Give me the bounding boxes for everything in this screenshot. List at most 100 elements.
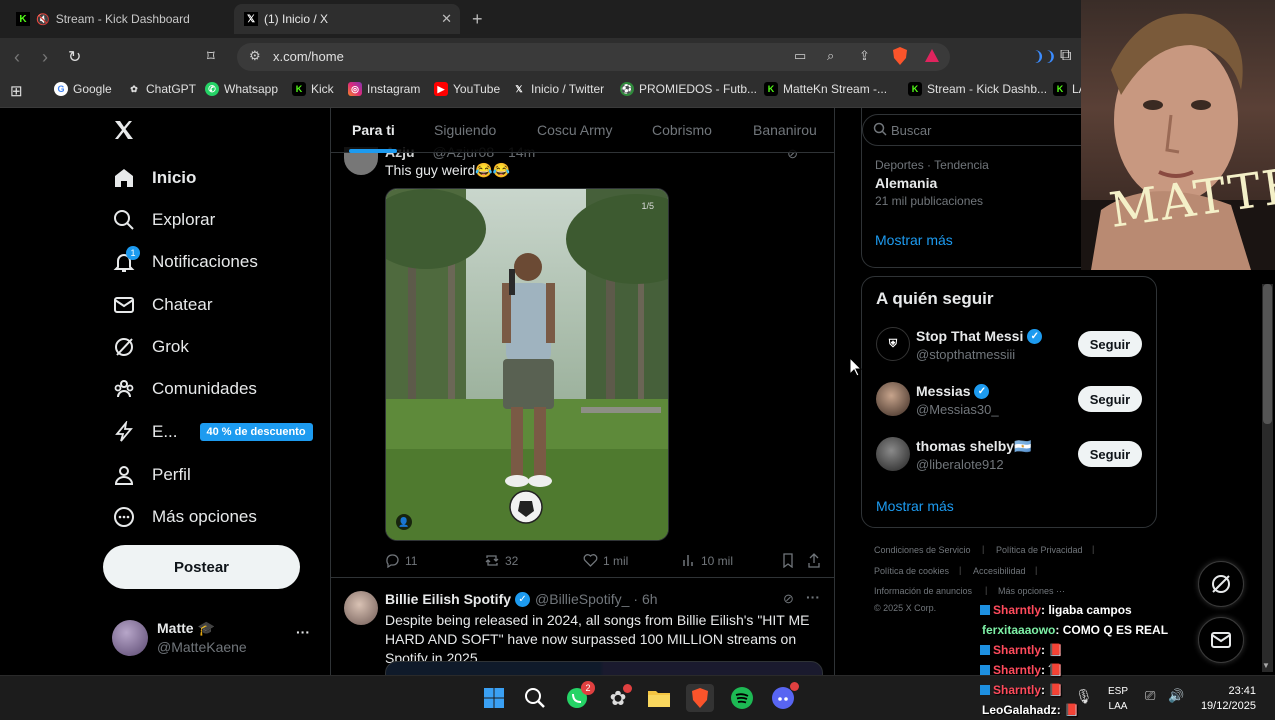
bookmark-mattekn-stream[interactable]: K MatteKn Stream -... xyxy=(764,82,887,96)
profile-emoji: 🎓 xyxy=(197,620,215,636)
clock[interactable]: 23:41 19/12/2025 xyxy=(1196,684,1256,714)
follow-suggestion[interactable]: Messias ✓ @Messias30_ Seguir xyxy=(862,376,1156,426)
post-button[interactable]: Postear xyxy=(103,545,300,589)
repost-count: 32 xyxy=(505,553,519,568)
trend-name[interactable]: Alemania xyxy=(875,175,937,191)
follow-suggestion[interactable]: thomas shelby🇦🇷 @liberalote912 Seguir xyxy=(862,431,1156,481)
brave-taskbar-icon[interactable] xyxy=(686,684,714,712)
grok-icon[interactable]: ⊘ xyxy=(783,591,794,607)
follow-button[interactable]: Seguir xyxy=(1078,386,1142,412)
footer-ads-link[interactable]: Información de anuncios xyxy=(874,586,972,596)
nav-explore[interactable]: Explorar xyxy=(112,208,215,232)
tab-cobrismo[interactable]: Cobrismo xyxy=(652,122,712,138)
zoom-icon[interactable]: ⌕ xyxy=(827,48,834,64)
follow-suggestion[interactable]: ⛨ Stop That Messi ✓ @stopthatmessiii Seg… xyxy=(862,321,1156,371)
tweet[interactable]: Billie Eilish Spotify ✓ @BillieSpotify_ … xyxy=(331,579,834,675)
nav-notifications[interactable]: 1 Notificaciones xyxy=(112,246,258,274)
tweet[interactable]: Azju @Azjur08 14m This guy weird😂😂 xyxy=(331,144,834,578)
reload-icon[interactable]: ↻ xyxy=(68,47,81,67)
share-icon[interactable]: ⇪ xyxy=(859,48,870,64)
nav-profile[interactable]: Perfil xyxy=(112,463,191,487)
footer-accessibility-link[interactable]: Accesibilidad xyxy=(973,566,1026,576)
discord-icon[interactable] xyxy=(769,682,799,712)
bookmark-chatgpt[interactable]: ✿ ChatGPT xyxy=(127,82,196,96)
follow-button[interactable]: Seguir xyxy=(1078,441,1142,467)
scrollbar-thumb[interactable] xyxy=(1263,284,1272,424)
profile-handle: @MatteKaene xyxy=(157,639,247,655)
nav-more-options[interactable]: Más opciones xyxy=(112,505,257,529)
reply-button[interactable]: 11 xyxy=(385,553,417,568)
nav-grok[interactable]: Grok xyxy=(112,335,189,359)
page-scrollbar[interactable] xyxy=(1262,284,1273,672)
extensions-icon[interactable]: ⧉ xyxy=(1060,47,1071,65)
tweet-media[interactable]: 1/5 👤 xyxy=(385,188,669,541)
tab-for-you[interactable]: Para ti xyxy=(352,122,395,138)
chatgpt-taskbar-icon[interactable]: ✿ xyxy=(604,684,632,712)
bookmark-promiedos[interactable]: ⚽ PROMIEDOS - Futb... xyxy=(620,82,757,96)
windows-start-icon[interactable] xyxy=(480,684,508,712)
more-icon[interactable]: ··· xyxy=(296,624,310,640)
account-switcher[interactable]: Matte 🎓 @MatteKaene ··· xyxy=(112,618,322,658)
footer-more-link[interactable]: Más opciones ··· xyxy=(998,586,1065,596)
more-icon[interactable]: ··· xyxy=(806,589,820,605)
views-button[interactable]: 10 mil xyxy=(681,553,733,568)
kick-logo-icon: K xyxy=(16,12,30,26)
bookmark-tweet-icon[interactable] xyxy=(781,553,800,568)
apps-grid-icon[interactable]: ⊞ xyxy=(10,82,23,100)
whatsapp-taskbar-icon[interactable]: 2 xyxy=(563,681,595,712)
audio-wave-icon[interactable]: ❩❩ xyxy=(1033,48,1056,65)
spotify-icon[interactable] xyxy=(728,684,756,712)
like-button[interactable]: 1 mil xyxy=(583,553,628,568)
bookmark-google[interactable]: G Google xyxy=(54,82,112,96)
bookmark-whatsapp[interactable]: ✆ Whatsapp xyxy=(205,82,278,96)
bookmark-kick-dashboard[interactable]: K Stream - Kick Dashb... xyxy=(908,82,1047,96)
close-tab-icon[interactable]: ✕ xyxy=(441,11,452,27)
language-indicator[interactable]: ESP LAA xyxy=(1108,684,1128,714)
bookmark-label: Google xyxy=(73,82,112,96)
nav-home[interactable]: Inicio xyxy=(112,166,196,190)
file-explorer-icon[interactable] xyxy=(645,684,673,712)
back-icon[interactable]: ‹ xyxy=(14,47,20,68)
tagged-person-icon[interactable]: 👤 xyxy=(396,514,412,530)
tab-kick-dashboard[interactable]: K 🔇 Stream - Kick Dashboard xyxy=(6,4,232,34)
follow-button[interactable]: Seguir xyxy=(1078,331,1142,357)
footer-separator: | xyxy=(1035,565,1038,575)
bookmark-icon[interactable]: ⌑ xyxy=(207,47,215,65)
scroll-down-arrow-icon[interactable]: ▼ xyxy=(1262,661,1270,670)
footer-terms-link[interactable]: Condiciones de Servicio xyxy=(874,545,971,555)
nav-premium[interactable]: E... 40 % de descuento xyxy=(112,420,313,444)
footer-privacy-link[interactable]: Política de Privacidad xyxy=(996,545,1083,555)
volume-icon[interactable]: 🔊 xyxy=(1168,688,1184,704)
show-more-link[interactable]: Mostrar más xyxy=(876,498,954,514)
bookmark-kick[interactable]: K Kick xyxy=(292,82,334,96)
grok-floating-button[interactable] xyxy=(1198,561,1244,607)
bookmark-youtube[interactable]: ▶ YouTube xyxy=(434,82,500,96)
tab-following[interactable]: Siguiendo xyxy=(434,122,496,138)
new-tab-icon[interactable]: + xyxy=(472,9,483,30)
who-to-follow-title: A quién seguir xyxy=(876,289,994,308)
repost-button[interactable]: 32 xyxy=(484,553,518,568)
tab-coscu-army[interactable]: Coscu Army xyxy=(537,122,612,138)
x-logo-icon[interactable] xyxy=(112,118,138,144)
bookmark-label: Whatsapp xyxy=(224,82,279,96)
nav-chat[interactable]: Chatear xyxy=(112,293,212,317)
tweet-media[interactable] xyxy=(385,661,823,675)
muted-speaker-icon[interactable]: 🔇 xyxy=(36,13,50,26)
messages-floating-button[interactable] xyxy=(1198,617,1244,663)
tab-bananirou[interactable]: Bananirou xyxy=(753,122,817,138)
network-icon[interactable]: ⎚ xyxy=(1145,688,1155,704)
address-bar[interactable]: ⚙ x.com/home ▭ ⌕ ⇪ xyxy=(237,43,950,71)
taskbar-search-icon[interactable] xyxy=(521,684,549,712)
brave-shield-icon[interactable] xyxy=(892,47,908,68)
site-settings-icon[interactable]: ⚙ xyxy=(249,48,261,64)
show-more-link[interactable]: Mostrar más xyxy=(875,232,953,248)
nav-communities[interactable]: Comunidades xyxy=(112,377,257,401)
brave-rewards-icon[interactable] xyxy=(925,49,939,66)
bookmark-instagram[interactable]: ◎ Instagram xyxy=(348,82,420,96)
forward-icon[interactable]: › xyxy=(42,47,48,68)
footer-cookies-link[interactable]: Política de cookies xyxy=(874,566,949,576)
cast-icon[interactable]: ▭ xyxy=(794,48,806,64)
share-tweet-icon[interactable] xyxy=(807,553,826,568)
tab-x-home[interactable]: 𝕏 (1) Inicio / X ✕ xyxy=(234,4,460,34)
bookmark-twitter[interactable]: 𝕏 Inicio / Twitter xyxy=(512,82,604,96)
